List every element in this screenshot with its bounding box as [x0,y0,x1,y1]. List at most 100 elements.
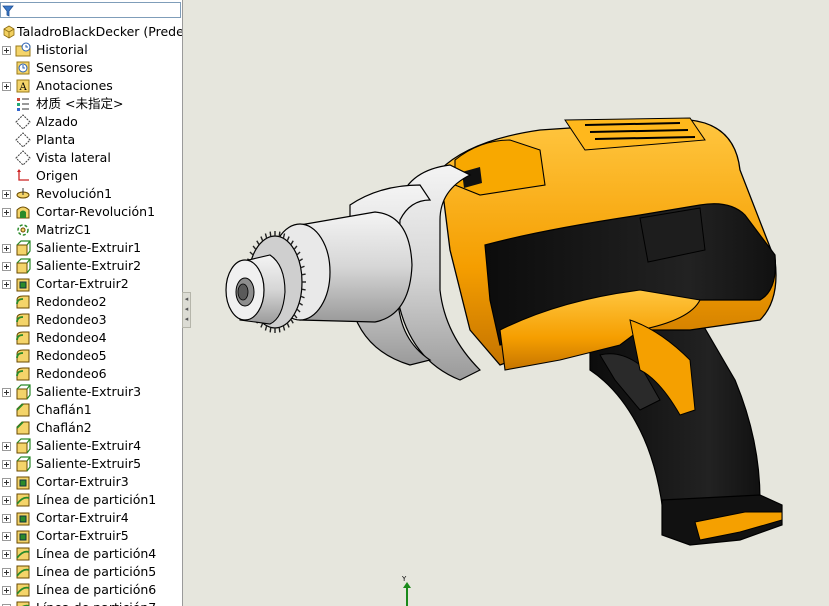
tree-item-label: Cortar-Extruir3 [36,474,129,489]
tree-item[interactable]: Cortar-Revolución1 [0,203,182,221]
tree-item-label: Planta [36,132,76,147]
split-line-icon [16,565,30,579]
tree-item-label: Chaflán2 [36,420,92,435]
tree-item[interactable]: Saliente-Extruir3 [0,383,182,401]
expand-plus-icon[interactable] [2,442,11,451]
tree-item-label: Redondeo2 [36,294,107,309]
tree-item-label: Línea de partición7 [36,599,156,606]
tree-item-label: Chaflán1 [36,402,92,417]
expand-plus-icon[interactable] [2,190,11,199]
filter-bar [0,0,182,22]
expand-plus-icon[interactable] [2,280,11,289]
tree-item[interactable]: Revolución1 [0,185,182,203]
circular-pattern-icon [17,224,29,236]
filter-icon[interactable] [2,5,14,17]
tree-items: Historial Sensores A Anotaciones 材质 <未指定> Alz… [0,41,182,606]
tree-item[interactable]: Planta [0,131,182,149]
tree-item-label: Cortar-Extruir4 [36,510,129,525]
tree-item[interactable]: Línea de partición5 [0,563,182,581]
tree-item[interactable]: Línea de partición6 [0,581,182,599]
chamfer-icon [16,403,30,417]
tree-item-label: Historial [36,42,88,57]
tree-item-label: Línea de partición1 [36,492,157,507]
fillet-icon [16,367,30,381]
expand-plus-icon[interactable] [2,496,11,505]
extrude-cut-icon [16,476,30,490]
expand-plus-icon[interactable] [2,46,11,55]
extrude-boss-icon [16,438,31,454]
tree-item[interactable]: Chaflán2 [0,419,182,437]
expand-plus-icon[interactable] [2,550,11,559]
tree-item-label: Redondeo6 [36,366,107,381]
tree-item[interactable]: Línea de partición1 [0,491,182,509]
tree-item-label: Línea de partición5 [36,564,157,579]
tree-root-item[interactable]: TaladroBlackDecker (Predeterminado) [0,23,182,41]
expand-plus-icon[interactable] [2,208,11,217]
expand-plus-icon[interactable] [2,532,11,541]
tree-item[interactable]: Redondeo5 [0,347,182,365]
tree-item[interactable]: Historial [0,41,182,59]
tree-item[interactable]: Cortar-Extruir4 [0,509,182,527]
tree-item[interactable]: Redondeo2 [0,293,182,311]
expand-plus-icon[interactable] [2,586,11,595]
expand-plus-icon[interactable] [2,244,11,253]
fillet-icon [16,331,30,345]
tree-item[interactable]: Origen [0,167,182,185]
feature-manager-tree: TaladroBlackDecker (Predeterminado) Hist… [0,0,183,606]
plane-icon [15,150,31,166]
tree-item[interactable]: Sensores [0,59,182,77]
graphics-viewport[interactable]: Y [183,0,829,606]
plane-icon [15,114,31,130]
tree-item[interactable]: Cortar-Extruir2 [0,275,182,293]
tree-item-label: Saliente-Extruir3 [36,384,142,399]
tree-item[interactable]: Vista lateral [0,149,182,167]
extrude-cut-icon [16,530,30,544]
tree-item-label: 材质 <未指定> [36,96,124,111]
expand-plus-icon[interactable] [2,262,11,271]
expand-plus-icon[interactable] [2,478,11,487]
triad-axis-label: Y [401,575,407,583]
tree-item-label: Saliente-Extruir2 [36,258,142,273]
tree-item[interactable]: Cortar-Extruir3 [0,473,182,491]
extrude-cut-icon [16,512,30,526]
tree-item[interactable]: Saliente-Extruir4 [0,437,182,455]
expand-plus-icon[interactable] [2,82,11,91]
tree-item-label: Cortar-Revolución1 [36,204,156,219]
part-icon [3,25,15,39]
tree-item-label: Línea de partición6 [36,582,157,597]
tree-item-label: Cortar-Extruir5 [36,528,129,543]
tree-item[interactable]: MatrizC1 [0,221,182,239]
material-icon [17,98,29,111]
axis-triad-icon: Y [401,575,411,606]
plane-icon [15,132,31,148]
expand-plus-icon[interactable] [2,514,11,523]
tree-item[interactable]: Redondeo6 [0,365,182,383]
expand-plus-icon[interactable] [2,568,11,577]
tree-item[interactable]: Saliente-Extruir1 [0,239,182,257]
tree-item[interactable]: Cortar-Extruir5 [0,527,182,545]
tree-item[interactable]: 材质 <未指定> [0,95,182,113]
expand-plus-icon[interactable] [2,388,11,397]
svg-text:A: A [19,82,28,93]
tree-item[interactable]: A Anotaciones [0,77,182,95]
tree-item[interactable]: Saliente-Extruir5 [0,455,182,473]
tree-item[interactable]: Línea de partición7 [0,599,182,606]
expand-plus-icon[interactable] [2,460,11,469]
extrude-boss-icon [16,258,31,274]
tree-item[interactable]: Redondeo4 [0,329,182,347]
origin-icon [17,169,29,181]
drill-3d-model[interactable] [183,0,829,606]
history-folder-icon [15,42,31,57]
cut-revolve-icon [16,206,30,219]
tree-item-label: Saliente-Extruir1 [36,240,142,255]
tree-item[interactable]: Redondeo3 [0,311,182,329]
tree-item[interactable]: Alzado [0,113,182,131]
tree-item[interactable]: Línea de partición4 [0,545,182,563]
tree-item-label: Revolución1 [36,186,113,201]
fillet-icon [16,313,30,327]
tree-root-label: TaladroBlackDecker (Predeterminado) [17,24,183,39]
tree-item[interactable]: Saliente-Extruir2 [0,257,182,275]
tree-item[interactable]: Chaflán1 [0,401,182,419]
sensor-icon [16,61,30,75]
filter-input[interactable] [0,2,181,18]
